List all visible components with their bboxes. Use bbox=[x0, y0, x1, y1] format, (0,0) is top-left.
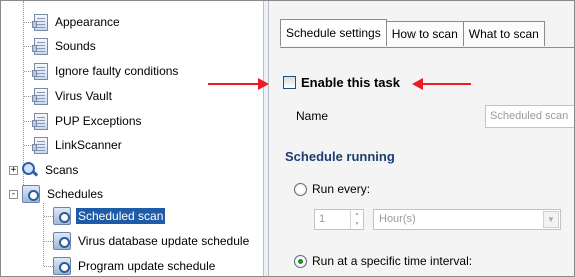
run-every-unit-select[interactable]: Hour(s) ▼ bbox=[373, 209, 561, 230]
tree-item-label: Program update schedule bbox=[78, 259, 216, 273]
checkbox-box[interactable] bbox=[283, 76, 296, 89]
tab-strip: Schedule settings How to scan What to sc… bbox=[280, 19, 545, 47]
tab-schedule-settings[interactable]: Schedule settings bbox=[280, 19, 387, 46]
tree-item-scheduled-scan[interactable]: Scheduled scan bbox=[53, 205, 166, 227]
arrowhead-icon bbox=[258, 78, 269, 90]
name-input[interactable]: Scheduled scan bbox=[485, 105, 574, 128]
tree-guide-line bbox=[43, 203, 44, 266]
tree-connector bbox=[44, 266, 53, 267]
section-title: Schedule running bbox=[285, 149, 395, 164]
annotation-arrow-left bbox=[412, 78, 471, 90]
page-icon bbox=[32, 62, 48, 80]
tree-item-label: Schedules bbox=[47, 187, 104, 201]
tree-connector bbox=[44, 216, 53, 217]
run-every-value: 1 bbox=[319, 213, 326, 225]
schedule-settings-panel: Schedule settings How to scan What to sc… bbox=[269, 1, 574, 276]
stepper-buttons[interactable]: ▲ ▼ bbox=[350, 210, 363, 229]
tree-item-label: Scheduled scan bbox=[76, 208, 166, 224]
tree-item-pup-exceptions[interactable]: PUP Exceptions bbox=[32, 110, 144, 132]
run-specific-time-label: Run at a specific time interval: bbox=[312, 254, 473, 268]
tree-item-label: PUP Exceptions bbox=[55, 114, 142, 128]
page-icon bbox=[32, 112, 48, 130]
run-every-label: Run every: bbox=[312, 182, 371, 196]
run-specific-time-radio[interactable]: Run at a specific time interval: bbox=[294, 254, 472, 268]
tree-item-label: Sounds bbox=[55, 39, 96, 53]
tree-item-program-update-schedule[interactable]: Program update schedule bbox=[53, 255, 217, 276]
tree-connector bbox=[44, 241, 53, 242]
settings-window: Appearance Sounds Ignore faulty conditio… bbox=[0, 0, 575, 277]
chevron-down-icon[interactable]: ▼ bbox=[543, 211, 559, 228]
tree-item-ignore-faulty-conditions[interactable]: Ignore faulty conditions bbox=[32, 60, 180, 82]
collapse-toggle-icon[interactable]: - bbox=[9, 190, 18, 199]
enable-task-label: Enable this task bbox=[301, 75, 400, 90]
tree-item-sounds[interactable]: Sounds bbox=[32, 35, 98, 57]
tree-item-appearance[interactable]: Appearance bbox=[32, 11, 122, 33]
name-label: Name bbox=[296, 109, 329, 123]
run-every-unit-value: Hour(s) bbox=[379, 213, 416, 225]
page-icon bbox=[32, 13, 48, 31]
tree-item-label: Ignore faulty conditions bbox=[55, 64, 179, 78]
schedule-icon bbox=[53, 232, 71, 250]
tree-item-linkscanner[interactable]: LinkScanner bbox=[32, 134, 124, 156]
tree-item-virus-database-update-schedule[interactable]: Virus database update schedule bbox=[53, 230, 251, 252]
stepper-down-icon[interactable]: ▼ bbox=[351, 220, 363, 230]
stepper-up-icon[interactable]: ▲ bbox=[351, 210, 363, 220]
tree-item-label: LinkScanner bbox=[55, 138, 122, 152]
radio-button-selected[interactable] bbox=[294, 254, 307, 268]
tree-item-label: Scans bbox=[45, 163, 79, 177]
magnifier-icon bbox=[22, 162, 38, 178]
tree-item-label: Appearance bbox=[55, 15, 120, 29]
schedule-icon bbox=[22, 185, 40, 203]
run-every-stepper[interactable]: 1 ▲ ▼ bbox=[314, 209, 364, 230]
radio-button[interactable] bbox=[294, 182, 307, 196]
page-icon bbox=[32, 37, 48, 55]
settings-tree: Appearance Sounds Ignore faulty conditio… bbox=[1, 1, 263, 276]
tree-item-schedules[interactable]: Schedules bbox=[22, 183, 105, 205]
tree-item-virus-vault[interactable]: Virus Vault bbox=[32, 85, 114, 107]
page-icon bbox=[32, 87, 48, 105]
tree-item-label: Virus Vault bbox=[55, 89, 112, 103]
tab-how-to-scan[interactable]: How to scan bbox=[385, 21, 464, 46]
annotation-arrow-right bbox=[208, 78, 269, 90]
tree-item-label: Virus database update schedule bbox=[78, 234, 250, 248]
page-icon bbox=[32, 136, 48, 154]
run-every-radio[interactable]: Run every: bbox=[294, 182, 370, 196]
tab-what-to-scan[interactable]: What to scan bbox=[462, 21, 545, 46]
schedule-icon bbox=[53, 257, 71, 275]
enable-task-checkbox[interactable]: Enable this task bbox=[283, 75, 400, 90]
tree-item-scans[interactable]: Scans bbox=[22, 159, 80, 181]
schedule-icon bbox=[53, 207, 71, 225]
tab-divider bbox=[280, 47, 574, 48]
arrowhead-icon bbox=[412, 78, 423, 90]
expand-toggle-icon[interactable]: + bbox=[9, 166, 18, 175]
